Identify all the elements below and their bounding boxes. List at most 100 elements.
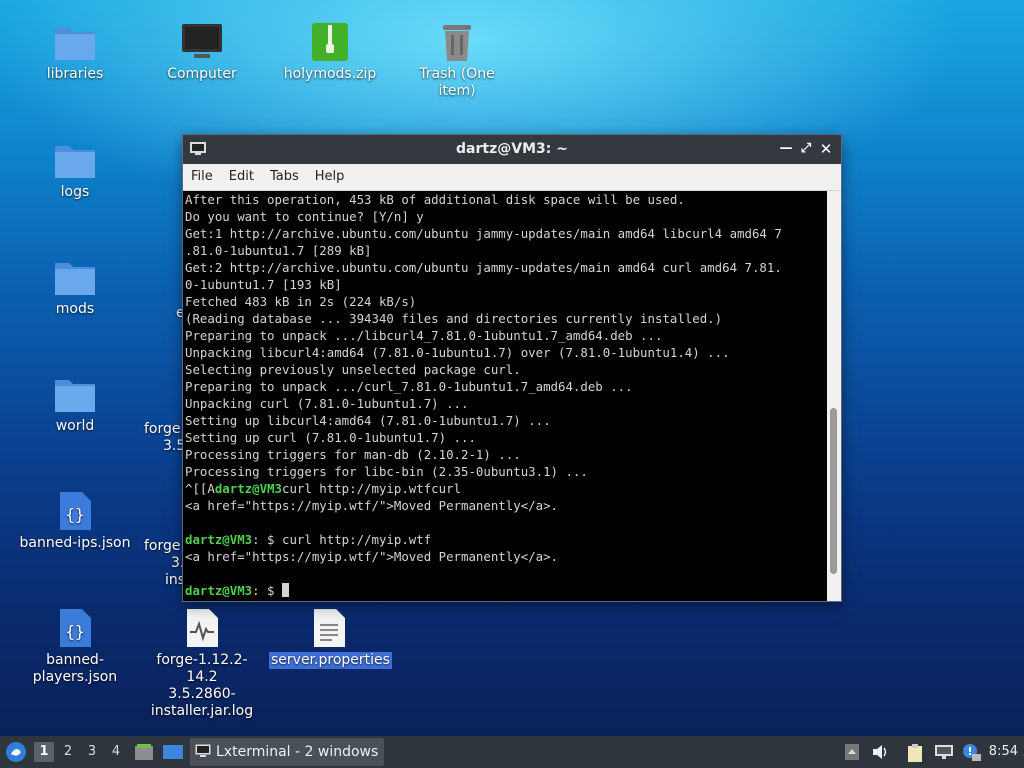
workspace-1[interactable]: 1 — [34, 742, 54, 762]
clock[interactable]: 8:54 — [989, 736, 1018, 768]
menu-tabs[interactable]: Tabs — [262, 164, 307, 190]
taskbar-window-label: Lxterminal - 2 windows — [216, 744, 379, 760]
terminal-line: <a href="https://myip.wtf/">Moved Perman… — [185, 549, 558, 564]
text-cursor — [281, 583, 289, 597]
command-text: curl http://myip.wtfcurl — [281, 481, 462, 496]
desktop-icon-label: server.properties — [269, 652, 392, 669]
folder-icon — [55, 263, 95, 295]
desktop-icon-label: banned-ips.json — [19, 535, 131, 551]
zip-archive-icon — [312, 23, 348, 61]
tray-up-arrow-icon[interactable] — [845, 744, 859, 760]
window-title: dartz@VM3: ~ — [456, 141, 568, 157]
desktop-icon-label: banned- — [46, 652, 104, 668]
update-notifier-icon[interactable] — [962, 744, 982, 762]
folder-icon — [55, 28, 95, 60]
terminal-prompt-line[interactable]: dartz@VM3: $ — [183, 582, 827, 599]
computer-icon — [182, 24, 222, 58]
terminal-line: Fetched 483 kB in 2s (224 kB/s) — [185, 294, 417, 309]
terminal-line: Get:1 http://archive.ubuntu.com/ubuntu j… — [185, 226, 782, 241]
json-file-icon: {} — [60, 492, 91, 530]
start-menu-icon[interactable] — [5, 741, 27, 763]
desktop-icon-label: players.json — [32, 669, 118, 685]
terminal-line: Processing triggers for libc-bin (2.35-0… — [185, 464, 588, 479]
prompt-user: dartz@VM3 — [185, 583, 253, 598]
desktop-icon-server-properties[interactable]: server.properties — [269, 608, 392, 669]
menu-help[interactable]: Help — [307, 164, 353, 190]
desktop-icon-forge-installer-log[interactable]: forge-1.12.2-14.2 3.5.2860- installer.ja… — [142, 608, 262, 720]
json-file-icon: {} — [60, 609, 91, 647]
hidden-icon-label: forge — [144, 538, 181, 554]
terminal-line: Setting up libcurl4:amd64 (7.81.0-1ubunt… — [185, 413, 551, 428]
scrollbar-thumb[interactable] — [830, 408, 837, 574]
close-button[interactable]: ✕ — [817, 140, 835, 158]
terminal-line: (Reading database ... 394340 files and d… — [185, 311, 723, 326]
terminal-line: Preparing to unpack .../libcurl4_7.81.0-… — [185, 328, 663, 343]
taskbar-window-button[interactable]: Lxterminal - 2 windows — [190, 738, 384, 766]
desktop-icon-trash[interactable]: Trash (One item) — [397, 22, 517, 100]
terminal-line: 0-1ubuntu1.7 [193 kB] — [185, 277, 342, 292]
menu-edit[interactable]: Edit — [221, 164, 262, 190]
svg-text:{}: {} — [65, 622, 84, 641]
text-file-icon — [314, 609, 345, 647]
hidden-icon-label: forge — [144, 421, 181, 437]
clipboard-icon[interactable] — [906, 744, 926, 762]
desktop-icon-label: Computer — [167, 66, 237, 82]
terminal-line: ^[[Adartz@VM3curl http://myip.wtfcurl — [183, 480, 827, 497]
volume-icon[interactable] — [872, 744, 890, 760]
desktop-icon-computer[interactable]: Computer — [142, 22, 262, 83]
terminal-output[interactable]: After this operation, 453 kB of addition… — [183, 191, 827, 601]
terminal-line: <a href="https://myip.wtf/">Moved Perman… — [185, 498, 558, 513]
escape-sequence: ^[[A — [185, 481, 215, 496]
terminal-line: Unpacking curl (7.81.0-1ubuntu1.7) ... — [185, 396, 469, 411]
vertical-scrollbar[interactable] — [827, 191, 841, 601]
terminal-line: Do you want to continue? [Y/n] y — [185, 209, 424, 224]
terminal-window[interactable]: dartz@VM3: ~ — ⤢ ✕ File Edit Tabs Help Afte… — [183, 135, 841, 601]
desktop-icon-label: installer.jar.log — [150, 703, 254, 719]
workspace-4[interactable]: 4 — [106, 742, 126, 762]
prompt-user: dartz@VM3 — [214, 481, 282, 496]
terminal-line: .81.0-1ubuntu1.7 [289 kB] — [185, 243, 372, 258]
terminal-line: Selecting previously unselected package … — [185, 362, 521, 377]
menu-file[interactable]: File — [183, 164, 221, 190]
desktop-icon-label: holymods.zip — [283, 66, 377, 82]
folder-icon — [55, 146, 95, 178]
terminal-line: dartz@VM3: $ curl http://myip.wtf — [183, 531, 827, 548]
desktop-icon-libraries[interactable]: libraries — [15, 22, 135, 83]
desktop-icon-holymods-zip[interactable]: holymods.zip — [270, 22, 390, 83]
taskbar: 1 2 3 4 Lxterminal - 2 windows 8:54 — [0, 736, 1024, 768]
workspace-3[interactable]: 3 — [82, 742, 102, 762]
minimize-button[interactable]: — — [777, 140, 795, 158]
menu-bar: File Edit Tabs Help — [183, 164, 841, 191]
desktop-icon-mods[interactable]: mods — [15, 257, 135, 318]
command-text: curl http://myip.wtf — [281, 532, 432, 547]
terminal-line: Setting up curl (7.81.0-1ubuntu1.7) ... — [185, 430, 476, 445]
desktop-icon-world[interactable]: world — [15, 374, 135, 435]
svg-text:{}: {} — [65, 505, 84, 524]
prompt-user: dartz@VM3 — [185, 532, 253, 547]
window-titlebar[interactable]: dartz@VM3: ~ — ⤢ ✕ — [183, 135, 841, 164]
desktop-icon-banned-ips-json[interactable]: {} banned-ips.json — [15, 491, 135, 552]
file-manager-launcher-icon[interactable] — [134, 743, 154, 761]
show-desktop-icon[interactable] — [162, 743, 184, 761]
desktop-icon-label: Trash (One item) — [419, 66, 495, 99]
minimize-icon: — — [779, 141, 793, 156]
workspace-2[interactable]: 2 — [58, 742, 78, 762]
terminal-app-icon — [195, 744, 211, 757]
terminal-line: Processing triggers for man-db (2.10.2-1… — [185, 447, 521, 462]
folder-icon — [55, 380, 95, 412]
network-icon[interactable] — [934, 744, 954, 760]
desktop-icon-banned-players-json[interactable]: {} banned- players.json — [15, 608, 135, 686]
desktop-icon-label: mods — [55, 301, 95, 317]
hidden-icon-label: 3.5 — [163, 438, 186, 454]
desktop-icon-label: forge-1.12.2-14.2 — [156, 652, 248, 685]
desktop-icon-label: libraries — [46, 66, 104, 82]
trash-icon — [443, 25, 471, 61]
desktop-icon-label: logs — [60, 184, 90, 200]
desktop-icon-logs[interactable]: logs — [15, 140, 135, 201]
terminal-line: Unpacking libcurl4:amd64 (7.81.0-1ubuntu… — [185, 345, 730, 360]
maximize-button[interactable]: ⤢ — [797, 140, 815, 158]
desktop-icon-label: world — [55, 418, 95, 434]
terminal-line: Preparing to unpack .../curl_7.81.0-1ubu… — [185, 379, 633, 394]
